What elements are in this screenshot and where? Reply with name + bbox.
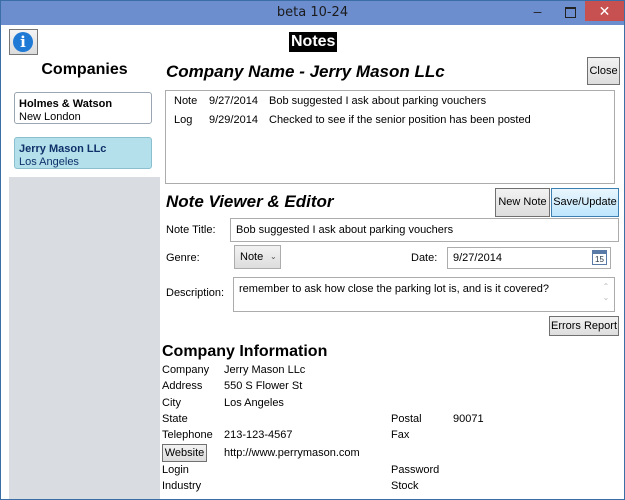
industry-label: Industry [162,480,202,492]
date-value: 9/27/2014 [453,252,502,264]
password-label: Password [391,464,440,476]
page-title: Notes [289,32,338,52]
info-button[interactable]: i [9,29,38,55]
errors-report-button[interactable]: Errors Report [549,316,619,336]
genre-value: Note [240,251,264,263]
close-button[interactable]: Close [587,57,620,85]
fax-label: Fax [391,429,410,441]
website-value: http://www.perrymason.com [224,447,360,459]
city-label: City [162,397,181,409]
company-item-selected[interactable]: Jerry Mason LLc Los Angeles [14,137,152,169]
log-type: Log [174,114,193,126]
company-info-heading: Company Information [162,343,328,360]
company-item[interactable]: Holmes & Watson New London [14,92,152,124]
maximize-button[interactable] [557,1,584,21]
date-label: Date: [411,252,438,264]
telephone-value: 213-123-4567 [224,429,293,441]
calendar-icon[interactable]: 15 [592,250,607,265]
address-value: 550 S Flower St [224,380,303,392]
save-update-button[interactable]: Save/Update [551,188,619,217]
note-title-label: Note Title: [166,224,216,236]
city-value: Los Angeles [224,397,284,409]
state-label: State [162,413,188,425]
log-type: Note [174,95,198,107]
companies-heading: Companies [41,61,128,78]
chevron-down-icon: ⌄ [270,252,277,261]
login-label: Login [162,464,189,476]
description-value: remember to ask how close the parking lo… [239,283,549,295]
company-value: Jerry Mason LLc [224,364,306,376]
new-note-button[interactable]: New Note [495,188,550,217]
website-button[interactable]: Website [162,444,207,462]
log-text: Checked to see if the senior position ha… [269,114,531,126]
scrollbar[interactable]: ⌃ ⌄ [601,281,611,307]
company-label: Company [162,364,210,376]
company-item-city: New London [19,111,81,123]
title-bar: beta 10-24 – ✕ [1,1,624,25]
description-label: Description: [166,287,225,299]
date-picker[interactable]: 9/27/2014 15 [447,247,611,269]
log-date: 9/29/2014 [209,114,258,126]
note-title-input[interactable]: Bob suggested I ask about parking vouche… [230,218,619,242]
company-name-heading: Company Name - Jerry Mason LLc [166,62,445,81]
app-window: beta 10-24 – ✕ i Notes Companies Holmes … [0,0,625,500]
company-item-city: Los Angeles [19,156,79,168]
log-text: Bob suggested I ask about parking vouche… [269,95,487,107]
stock-label: Stock [391,480,419,492]
genre-label: Genre: [166,252,200,264]
editor-heading: Note Viewer & Editor [166,192,334,211]
close-window-button[interactable]: ✕ [585,1,624,21]
telephone-label: Telephone [162,429,213,441]
postal-label: Postal [391,413,422,425]
address-label: Address [162,380,203,392]
log-list[interactable]: Note 9/27/2014 Bob suggested I ask about… [165,90,615,184]
description-textarea[interactable]: remember to ask how close the parking lo… [233,277,615,312]
log-date: 9/27/2014 [209,95,258,107]
minimize-button[interactable]: – [524,1,551,21]
genre-select[interactable]: Note ⌄ [234,245,281,269]
info-icon: i [13,32,33,52]
postal-value: 90071 [453,413,484,425]
company-item-name: Holmes & Watson [19,98,113,110]
company-item-name: Jerry Mason LLc [19,143,107,155]
maximize-icon [565,6,576,18]
